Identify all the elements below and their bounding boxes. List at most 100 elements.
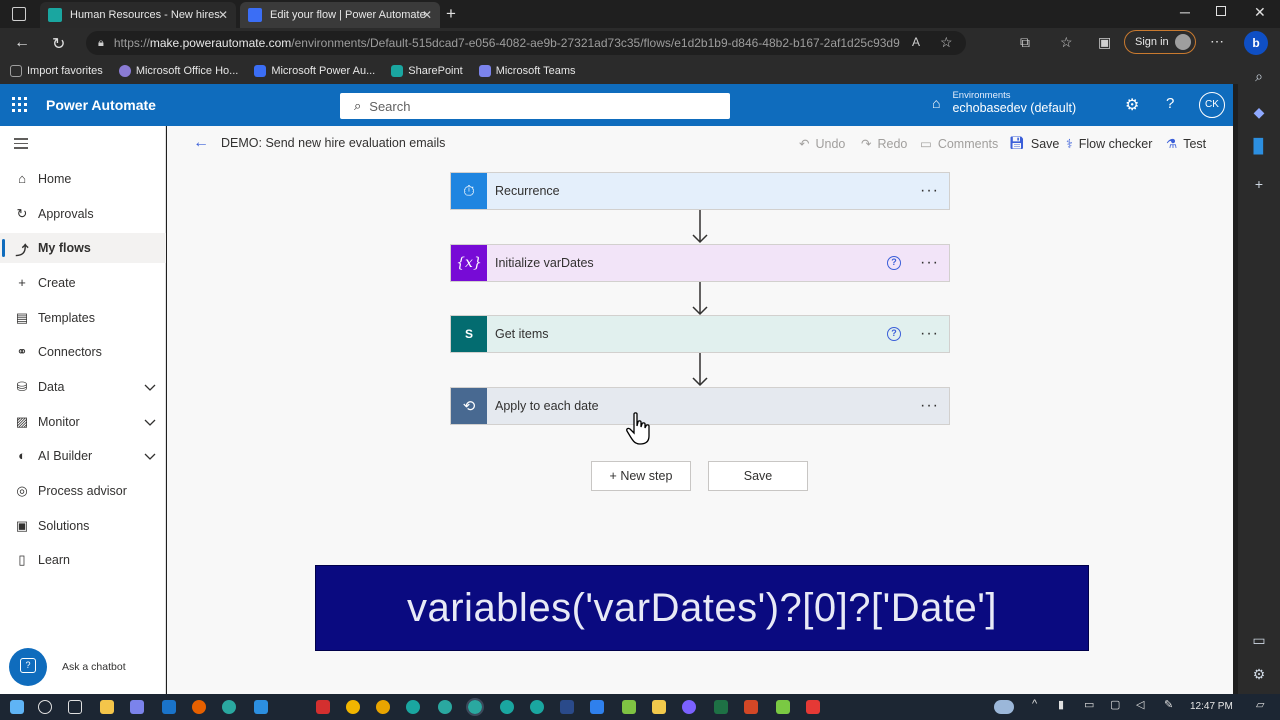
help-icon[interactable]: ? xyxy=(1166,95,1174,112)
media-icon[interactable] xyxy=(682,700,696,714)
excel-icon[interactable] xyxy=(714,700,728,714)
windows-start-icon[interactable] xyxy=(10,700,24,714)
edge-icon[interactable] xyxy=(500,700,514,714)
bing-icon[interactable]: b xyxy=(1244,31,1268,55)
nav-item-my-flows[interactable]: ⤴ My flows xyxy=(0,233,166,263)
terminal-icon[interactable] xyxy=(560,700,574,714)
test-button[interactable]: ⚗ Test xyxy=(1166,136,1206,152)
redo-button[interactable]: ↷ Redo xyxy=(861,136,907,152)
chatbot-button[interactable]: ? xyxy=(9,648,47,686)
favorites-icon[interactable]: ☆ xyxy=(1060,34,1073,51)
recorder-icon[interactable] xyxy=(806,700,820,714)
edge-icon[interactable] xyxy=(466,698,484,716)
tab-actions-icon[interactable] xyxy=(12,7,26,21)
sidebar-toggle-icon[interactable]: ▭ xyxy=(1250,632,1268,650)
more-options-icon[interactable]: ··· xyxy=(920,254,939,272)
step-initialize-vardates[interactable]: {x} Initialize varDates ? ··· xyxy=(450,244,950,282)
help-icon[interactable]: ? xyxy=(887,256,901,270)
bookmark-office[interactable]: Microsoft Office Ho... xyxy=(118,65,238,77)
app-launcher-icon[interactable] xyxy=(12,97,28,113)
outlook-icon[interactable]: ▉ xyxy=(1250,138,1268,156)
step-get-items[interactable]: S Get items ? ··· xyxy=(450,315,950,353)
pdf-icon[interactable] xyxy=(316,700,330,714)
nav-item-learn[interactable]: ▯ Learn xyxy=(0,545,166,575)
volume-icon[interactable]: ◁ xyxy=(1136,698,1144,711)
powerpoint-icon[interactable] xyxy=(744,700,758,714)
step-recurrence[interactable]: ⏱ Recurrence ··· xyxy=(450,172,950,210)
pen-icon[interactable]: ✎ xyxy=(1164,698,1173,711)
outlook-icon[interactable] xyxy=(254,700,268,714)
save-toolbar-button[interactable]: 💾︎ Save xyxy=(1009,136,1059,151)
nav-item-ai-builder[interactable]: ◐ AI Builder xyxy=(0,441,166,471)
more-options-icon[interactable]: ··· xyxy=(920,182,939,200)
tab-edit-flow[interactable]: Edit your flow | Power Automate ✕ xyxy=(240,2,440,28)
edge-icon[interactable] xyxy=(438,700,452,714)
notification-icon[interactable]: ▱ xyxy=(1256,698,1264,711)
add-icon[interactable]: + xyxy=(1250,176,1268,194)
environment-picker[interactable]: ⌂ Environments echobasedev (default) xyxy=(932,90,1076,115)
network-icon[interactable]: ▢ xyxy=(1110,698,1120,711)
task-view-icon[interactable] xyxy=(68,700,82,714)
step-apply-to-each-date[interactable]: ⟲ Apply to each date ··· xyxy=(450,387,950,425)
bookmark-power-automate[interactable]: Microsoft Power Au... xyxy=(254,65,375,77)
more-menu-icon[interactable]: ⋯ xyxy=(1210,33,1224,50)
more-options-icon[interactable]: ··· xyxy=(920,397,939,415)
clock-time[interactable]: 12:47 PM xyxy=(1190,701,1233,712)
bookmark-import-favorites[interactable]: Import favorites xyxy=(10,65,103,77)
refresh-icon[interactable]: ↻ xyxy=(52,34,65,54)
hamburger-icon[interactable] xyxy=(14,138,28,149)
search-icon[interactable] xyxy=(38,700,52,714)
camtasia-icon[interactable] xyxy=(776,700,790,714)
help-icon[interactable]: ? xyxy=(887,327,901,341)
weather-icon[interactable] xyxy=(994,700,1014,714)
more-options-icon[interactable]: ··· xyxy=(920,325,939,343)
nav-item-templates[interactable]: ▤ Templates xyxy=(0,303,166,333)
outlook-icon[interactable] xyxy=(162,700,176,714)
undo-button[interactable]: ↶ Undo xyxy=(799,136,845,152)
new-tab-button[interactable]: + xyxy=(446,4,456,24)
nav-item-monitor[interactable]: ▨ Monitor xyxy=(0,407,166,437)
url-field[interactable]: 🔒︎ https://make.powerautomate.com/enviro… xyxy=(86,31,966,55)
minimize-button[interactable]: ─ xyxy=(1180,4,1190,20)
notepad-icon[interactable] xyxy=(622,700,636,714)
comments-button[interactable]: ▭ Comments xyxy=(920,136,998,152)
chrome-icon[interactable] xyxy=(346,700,360,714)
sign-in-button[interactable]: Sign in xyxy=(1124,30,1196,54)
back-button[interactable]: ← xyxy=(193,134,209,152)
display-icon[interactable]: ▭ xyxy=(1084,698,1094,711)
close-window-button[interactable]: ✕ xyxy=(1254,4,1266,21)
onenote-icon[interactable] xyxy=(652,700,666,714)
edge-icon[interactable] xyxy=(406,700,420,714)
tray-chevron-icon[interactable]: ^ xyxy=(1032,698,1037,710)
user-avatar[interactable]: CK xyxy=(1199,92,1225,118)
collections-icon[interactable]: ▣ xyxy=(1098,34,1111,51)
read-aloud-icon[interactable]: A xyxy=(912,35,920,49)
tab-human-resources[interactable]: Human Resources - New hires - / ✕ xyxy=(40,2,236,28)
maximize-button[interactable] xyxy=(1216,6,1226,16)
settings-icon[interactable]: ⚙ xyxy=(1125,95,1139,115)
close-tab-icon[interactable]: ✕ xyxy=(422,8,432,22)
vscode-icon[interactable] xyxy=(590,700,604,714)
nav-item-process-advisor[interactable]: ◎ Process advisor xyxy=(0,476,166,506)
back-icon[interactable]: ← xyxy=(14,34,30,52)
file-explorer-icon[interactable] xyxy=(100,700,114,714)
nav-item-data[interactable]: ⛁ Data xyxy=(0,372,166,402)
new-step-button[interactable]: + New step xyxy=(591,461,691,491)
nav-item-solutions[interactable]: ▣ Solutions xyxy=(0,511,166,541)
firefox-icon[interactable] xyxy=(192,700,206,714)
copilot-icon[interactable]: ◆ xyxy=(1250,104,1268,122)
nav-item-connectors[interactable]: ⚭ Connectors xyxy=(0,337,166,367)
app-brand[interactable]: Power Automate xyxy=(46,97,156,113)
flow-checker-button[interactable]: ⚕ Flow checker xyxy=(1066,136,1152,152)
nav-item-create[interactable]: + Create xyxy=(0,268,166,298)
microphone-icon[interactable]: ▮ xyxy=(1058,698,1064,711)
favorite-star-icon[interactable]: ☆ xyxy=(940,34,953,51)
nav-item-home[interactable]: ⌂ Home xyxy=(0,164,166,194)
chrome-icon[interactable] xyxy=(376,700,390,714)
edge-icon[interactable] xyxy=(222,700,236,714)
settings-icon[interactable]: ⚙ xyxy=(1250,666,1268,684)
nav-item-approvals[interactable]: ↻ Approvals xyxy=(0,199,166,229)
search-icon[interactable]: ⌕ xyxy=(1250,68,1268,86)
bookmark-teams[interactable]: Microsoft Teams xyxy=(478,65,576,77)
extensions-icon[interactable]: ⧉ xyxy=(1020,34,1030,51)
